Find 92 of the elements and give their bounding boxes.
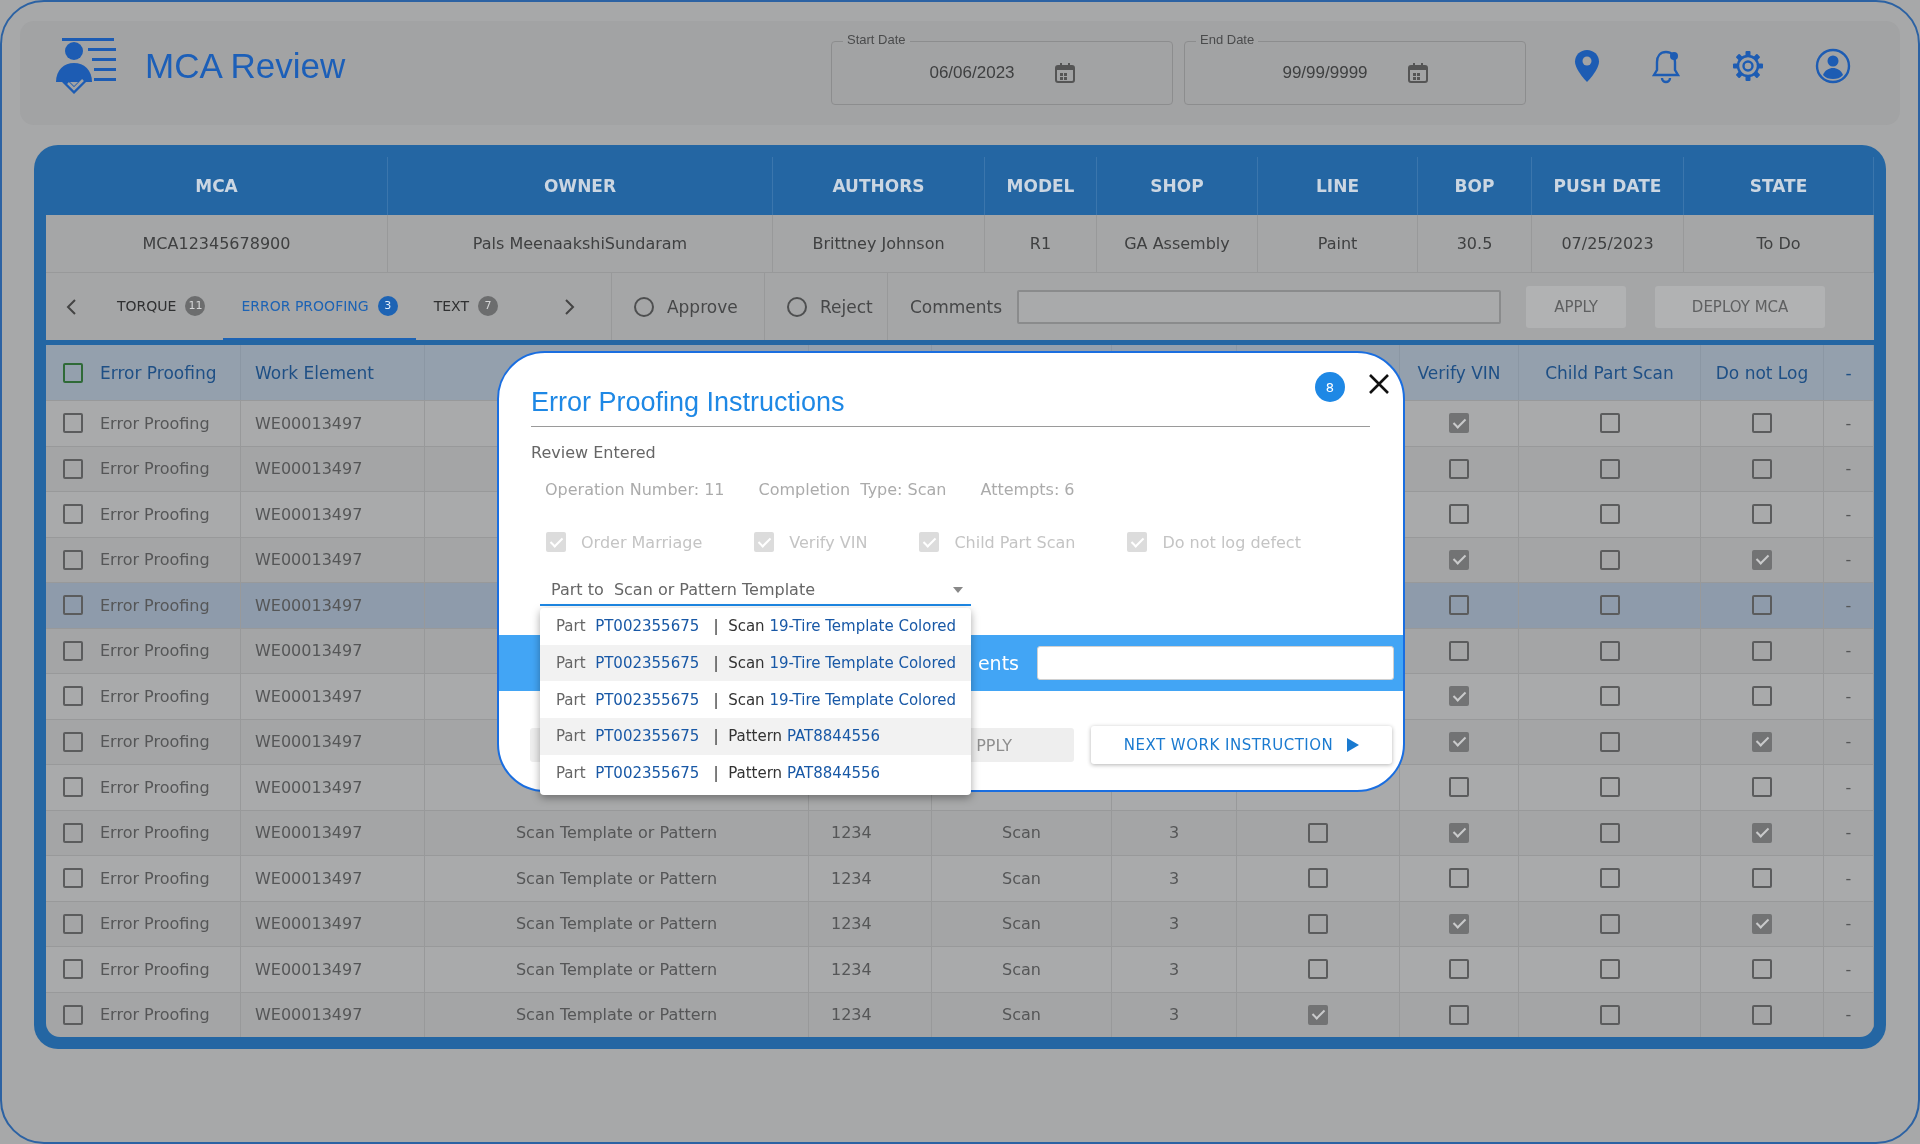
table-cell: 3 bbox=[1112, 991, 1237, 1037]
table-cell: - bbox=[1824, 900, 1874, 946]
table-cell: 07/25/2023 bbox=[1532, 215, 1684, 272]
table-cell: - bbox=[1824, 855, 1874, 901]
table-cell: - bbox=[1824, 627, 1874, 673]
table-cell: GA Assembly bbox=[1097, 215, 1258, 272]
tab-label: TORQUE bbox=[117, 297, 177, 314]
detail-text: Completion Type: Scan bbox=[758, 479, 947, 501]
table-cell: - bbox=[1824, 536, 1874, 582]
checkbox-label: Child Part Scan bbox=[954, 532, 1076, 552]
table-cell: 1234 bbox=[809, 991, 932, 1037]
table-cell: 1234 bbox=[809, 900, 932, 946]
table-cell: Scan Template or Pattern bbox=[425, 855, 809, 901]
tab-label: ERROR PROOFING bbox=[241, 297, 369, 314]
table-cell: - bbox=[1824, 582, 1874, 628]
count-badge: 8 bbox=[1315, 372, 1345, 402]
table-cell: Paint bbox=[1258, 215, 1418, 272]
placeholder-text: Part to Scan or Pattern Template bbox=[551, 580, 815, 599]
table-cell: WE00013497 bbox=[241, 491, 425, 537]
table-cell: - bbox=[1824, 991, 1874, 1037]
table-cell: WE00013497 bbox=[241, 946, 425, 992]
table-cell: Scan bbox=[932, 900, 1112, 946]
table-cell: Error Proofing bbox=[100, 413, 210, 433]
table-cell: Scan bbox=[932, 809, 1112, 855]
app-title: MCA Review bbox=[145, 46, 346, 86]
detail-text: Operation Number: 11 bbox=[545, 479, 725, 501]
table-cell: Scan Template or Pattern bbox=[425, 809, 809, 855]
table-cell: - bbox=[1824, 400, 1874, 446]
table-cell: WE00013497 bbox=[241, 627, 425, 673]
table-cell: Pals MeenaakshiSundaram bbox=[388, 215, 773, 272]
table-cell: WE00013497 bbox=[241, 400, 425, 446]
section-label: Review Entered bbox=[531, 442, 657, 464]
field-label: Comments bbox=[909, 296, 1003, 317]
table-cell: - bbox=[1824, 491, 1874, 537]
table-cell: 3 bbox=[1112, 855, 1237, 901]
count-badge: 7 bbox=[477, 295, 498, 316]
table-cell: WE00013497 bbox=[241, 900, 425, 946]
table-cell: WE00013497 bbox=[241, 673, 425, 719]
table-cell: Scan Template or Pattern bbox=[425, 900, 809, 946]
table-cell: WE00013497 bbox=[241, 991, 425, 1037]
table-cell: Scan Template or Pattern bbox=[425, 991, 809, 1037]
table-cell: R1 bbox=[985, 215, 1097, 272]
table-cell: 3 bbox=[1112, 900, 1237, 946]
table-cell: - bbox=[1824, 946, 1874, 992]
table-cell: - bbox=[1824, 445, 1874, 491]
table-cell: Error Proofing bbox=[100, 732, 210, 752]
radio-label: Approve bbox=[666, 296, 738, 317]
table-cell: Error Proofing bbox=[100, 459, 210, 479]
checkbox-label: Do not log defect bbox=[1162, 532, 1301, 552]
count-badge: 11 bbox=[185, 295, 206, 316]
table-cell: WE00013497 bbox=[241, 764, 425, 810]
table-cell: - bbox=[1824, 764, 1874, 810]
table-cell: WE00013497 bbox=[241, 809, 425, 855]
table-cell: 30.5 bbox=[1418, 215, 1532, 272]
table-cell: - bbox=[1824, 809, 1874, 855]
table-cell: 1234 bbox=[809, 946, 932, 992]
table-cell: Error Proofing bbox=[100, 959, 210, 979]
table-cell: Error Proofing bbox=[100, 595, 210, 615]
table-cell: Scan bbox=[932, 946, 1112, 992]
table-cell: Error Proofing bbox=[100, 641, 210, 661]
field-label: ents bbox=[977, 652, 1019, 674]
table-cell: 3 bbox=[1112, 809, 1237, 855]
table-cell: Error Proofing bbox=[100, 550, 210, 570]
table-cell: Scan Template or Pattern bbox=[425, 946, 809, 992]
table-cell: Error Proofing bbox=[100, 868, 210, 888]
table-cell: 1234 bbox=[809, 809, 932, 855]
checkbox-label: Order Marriage bbox=[581, 532, 703, 552]
table-cell: Error Proofing bbox=[100, 504, 210, 524]
table-cell: Error Proofing bbox=[100, 914, 210, 934]
table-cell: - bbox=[1824, 718, 1874, 764]
table-cell: Scan bbox=[932, 991, 1112, 1037]
table-cell: Error Proofing bbox=[100, 777, 210, 797]
table-cell: Error Proofing bbox=[100, 1005, 210, 1025]
table-cell: WE00013497 bbox=[241, 855, 425, 901]
table-cell: WE00013497 bbox=[241, 536, 425, 582]
table-cell: 3 bbox=[1112, 946, 1237, 992]
radio-label: Reject bbox=[819, 296, 873, 317]
detail-text: Attempts: 6 bbox=[980, 479, 1075, 501]
table-cell: 1234 bbox=[809, 855, 932, 901]
table-cell: WE00013497 bbox=[241, 445, 425, 491]
table-cell: To Do bbox=[1684, 215, 1874, 272]
table-cell: WE00013497 bbox=[241, 718, 425, 764]
table-cell: MCA12345678900 bbox=[46, 215, 388, 272]
checkbox-label: Verify VIN bbox=[789, 532, 868, 552]
table-cell: Brittney Johnson bbox=[773, 215, 985, 272]
table-cell: Scan bbox=[932, 855, 1112, 901]
count-badge: 3 bbox=[377, 295, 398, 316]
tab-label: TEXT bbox=[433, 297, 469, 314]
table-cell: Error Proofing bbox=[100, 823, 210, 843]
table-cell: Error Proofing bbox=[100, 686, 210, 706]
table-cell: - bbox=[1824, 673, 1874, 719]
table-cell: WE00013497 bbox=[241, 582, 425, 628]
